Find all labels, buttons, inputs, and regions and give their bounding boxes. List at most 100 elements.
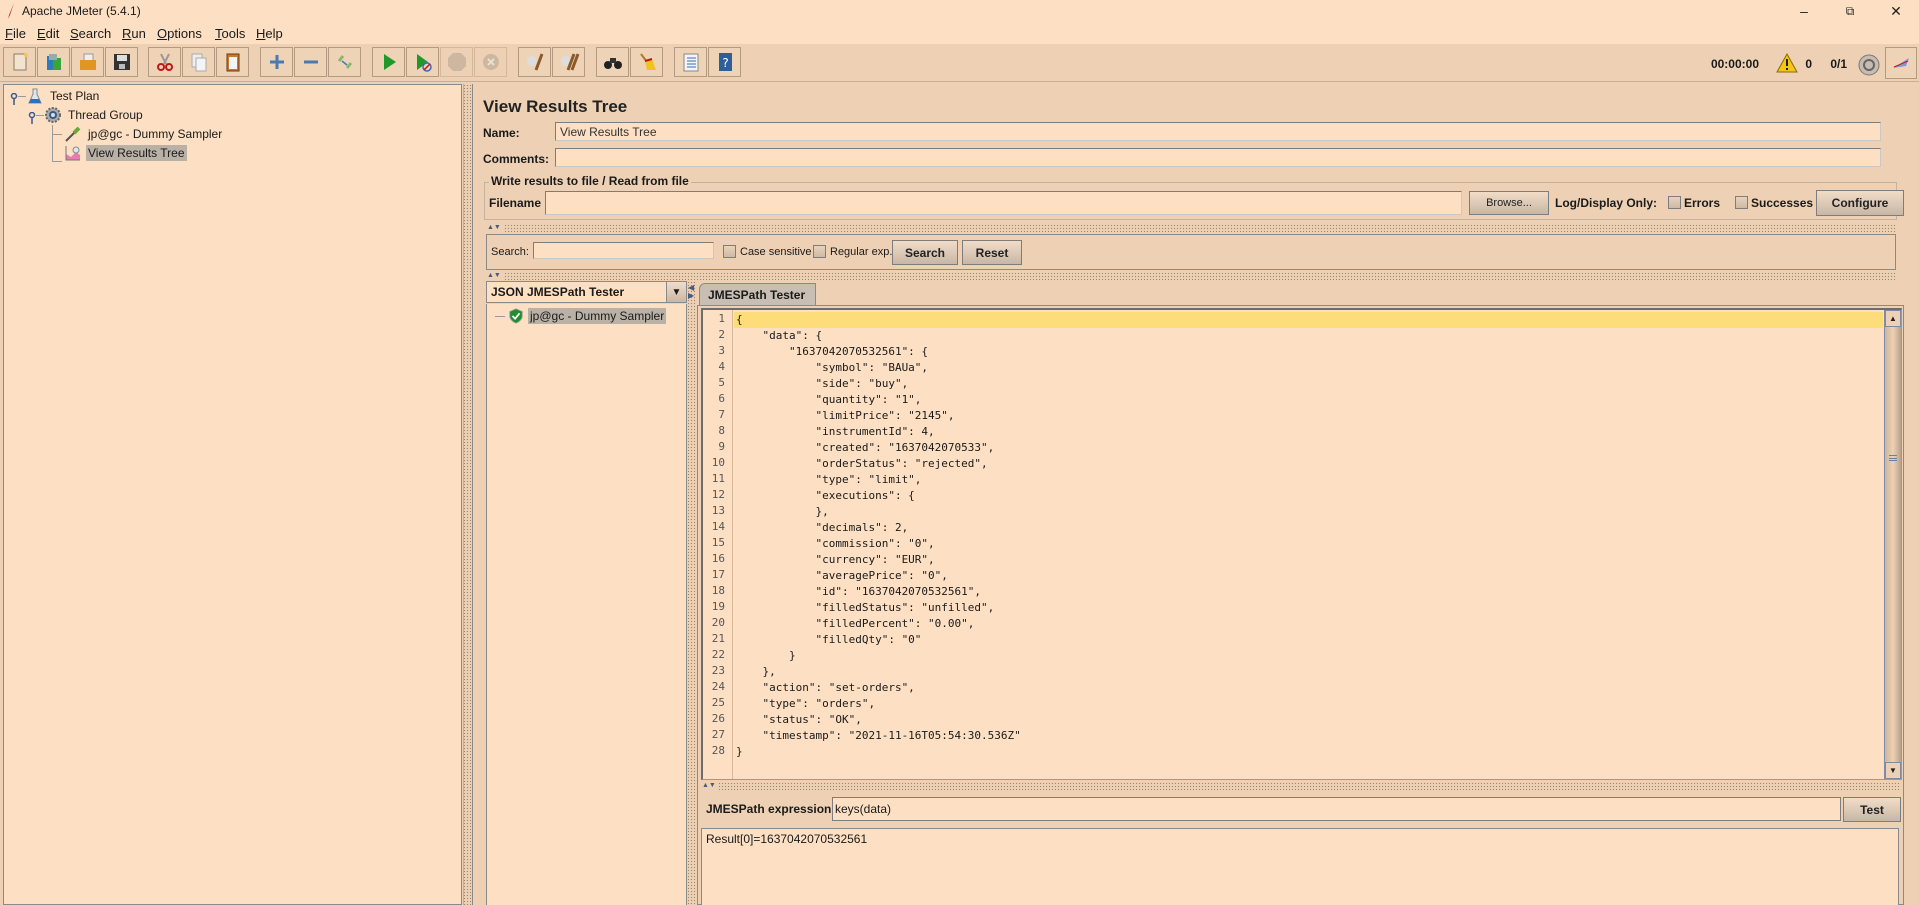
search-splitter[interactable]: [504, 272, 1896, 280]
code-line: "status": "OK",: [736, 713, 862, 726]
response-body[interactable]: 1 2 3 4 5 6 7 8 9 10 11 12 13 14 15 16 17 18 19 20 21 22 23 24 2…: [701, 308, 1902, 780]
menu-run[interactable]: Run: [122, 26, 146, 41]
graph-icon: [65, 146, 80, 161]
warning-icon[interactable]: [1776, 53, 1798, 73]
line-number: 24: [711, 680, 725, 693]
comments-field[interactable]: [555, 148, 1881, 167]
collapse-handle-icon[interactable]: [10, 93, 18, 105]
renderer-select[interactable]: JSON JMESPath Tester ▼: [486, 281, 687, 303]
line-number: 21: [711, 632, 725, 645]
active-threads: 0/1: [1830, 57, 1847, 71]
line-number: 4: [718, 360, 725, 373]
elapsed-timer: 00:00:00: [1710, 57, 1759, 71]
configure-button[interactable]: Configure: [1816, 190, 1904, 216]
name-field[interactable]: View Results Tree: [555, 122, 1881, 141]
split-arrows-icon[interactable]: ▲▼: [487, 272, 501, 279]
clear-all-button[interactable]: [552, 47, 585, 77]
function-helper-button[interactable]: [674, 47, 707, 77]
line-number-gutter: 1 2 3 4 5 6 7 8 9 10 11 12 13 14 15 16 17 18 19 20 21 22 23 24 2…: [703, 310, 733, 779]
stop-button[interactable]: [440, 47, 473, 77]
code-line: },: [736, 665, 776, 678]
split-arrows-icon[interactable]: ◀ ▶: [688, 284, 694, 300]
menu-file[interactable]: File: [5, 26, 26, 41]
minus-icon: [303, 60, 318, 64]
code-line: "type": "orders",: [736, 697, 876, 710]
menu-help[interactable]: Help: [256, 26, 283, 41]
code-line: "decimals": 2,: [736, 521, 909, 534]
close-button[interactable]: ✕: [1873, 0, 1919, 22]
reset-button[interactable]: Reset: [962, 240, 1022, 265]
line-number: 13: [711, 504, 725, 517]
code-line: "timestamp": "2021-11-16T05:54:30.536Z": [736, 729, 1021, 742]
search-submit-button[interactable]: Search: [892, 240, 958, 265]
reset-search-button[interactable]: [630, 47, 663, 77]
tree-node-thread-group[interactable]: Thread Group: [44, 106, 145, 124]
tab-jmespath-tester[interactable]: JMESPath Tester: [699, 283, 817, 305]
search-button[interactable]: [596, 47, 629, 77]
scroll-thumb-grip[interactable]: [1889, 455, 1897, 461]
regex-checkbox[interactable]: [813, 245, 826, 258]
paste-button[interactable]: [216, 47, 249, 77]
vertical-scrollbar[interactable]: ▲ ▼: [1884, 310, 1901, 779]
sample-result-item[interactable]: jp@gc - Dummy Sampler: [508, 307, 667, 325]
test-button[interactable]: Test: [1843, 797, 1901, 822]
code-line: {: [734, 312, 1883, 328]
minimize-button[interactable]: –: [1781, 0, 1827, 22]
search-input[interactable]: [533, 242, 714, 259]
tree-node-test-plan[interactable]: Test Plan: [26, 87, 101, 105]
menu-tools[interactable]: Tools: [215, 26, 245, 41]
feather-logo-icon: [1893, 58, 1909, 68]
cut-button[interactable]: [148, 47, 181, 77]
copy-button[interactable]: [182, 47, 215, 77]
restore-button[interactable]: ⧉: [1827, 0, 1873, 22]
scroll-up-button[interactable]: ▲: [1885, 310, 1901, 327]
open-button[interactable]: [71, 47, 104, 77]
look-and-feel-button[interactable]: [1885, 47, 1917, 79]
start-button[interactable]: [372, 47, 405, 77]
new-button[interactable]: [3, 47, 36, 77]
chevron-down-icon[interactable]: ▼: [666, 282, 686, 302]
results-splitter[interactable]: ◀ ▶: [687, 281, 697, 905]
tree-node-view-results-tree[interactable]: View Results Tree: [64, 144, 187, 162]
scroll-down-button[interactable]: ▼: [1885, 762, 1901, 779]
binoculars-icon: [603, 58, 622, 69]
tree-node-dummy-sampler[interactable]: jp@gc - Dummy Sampler: [64, 125, 224, 143]
line-number: 10: [711, 456, 725, 469]
errors-checkbox[interactable]: [1668, 196, 1681, 209]
expression-splitter[interactable]: [718, 782, 1901, 790]
split-arrows-icon[interactable]: ▲▼: [487, 224, 501, 231]
line-number: 17: [711, 568, 725, 581]
menu-edit[interactable]: Edit: [37, 26, 59, 41]
save-button[interactable]: [105, 47, 138, 77]
top-splitter[interactable]: [504, 224, 1896, 232]
case-sensitive-checkbox[interactable]: [723, 245, 736, 258]
jmeter-feather-icon: [8, 3, 14, 19]
remote-status-icon: [1858, 54, 1880, 76]
templates-button[interactable]: [37, 47, 70, 77]
line-number: 27: [711, 728, 725, 741]
collapse-all-button[interactable]: [294, 47, 327, 77]
toggle-button[interactable]: [328, 47, 361, 77]
help-button[interactable]: ?: [708, 47, 741, 77]
renderer-selected: JSON JMESPath Tester: [491, 285, 625, 299]
filename-field[interactable]: [545, 191, 1462, 215]
close-icon: ✕: [1890, 2, 1902, 19]
start-no-pauses-button[interactable]: [406, 47, 439, 77]
line-number: 5: [718, 376, 725, 389]
menu-search[interactable]: Search: [70, 26, 111, 41]
expand-all-button[interactable]: [260, 47, 293, 77]
code-line: "data": {: [736, 329, 823, 342]
line-number: 28: [711, 744, 725, 757]
menu-options[interactable]: Options: [157, 26, 202, 41]
shutdown-button[interactable]: [474, 47, 507, 77]
line-number: 8: [718, 424, 725, 437]
collapse-handle-icon[interactable]: [28, 112, 36, 124]
line-number: 23: [711, 664, 725, 677]
browse-button[interactable]: Browse...: [1469, 191, 1549, 215]
successes-checkbox[interactable]: [1735, 196, 1748, 209]
clear-button[interactable]: [518, 47, 551, 77]
jmespath-expression-input[interactable]: keys(data): [832, 797, 1841, 821]
jmespath-result[interactable]: Result[0]=1637042070532561: [701, 828, 1899, 905]
main-splitter[interactable]: [463, 84, 473, 905]
split-arrows-icon[interactable]: ▲▼: [702, 782, 716, 789]
